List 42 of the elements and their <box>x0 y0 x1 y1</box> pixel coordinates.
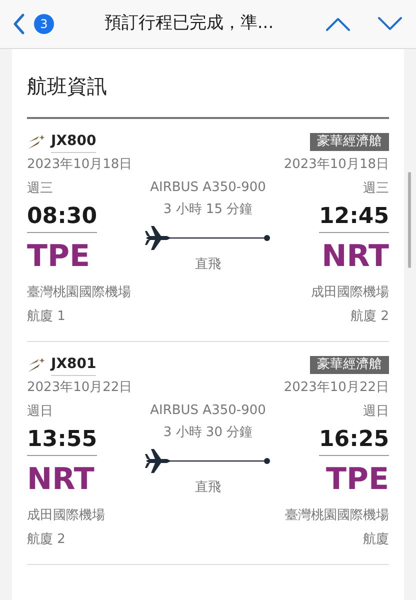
back-icon[interactable] <box>12 13 26 35</box>
flight-date: 2023年10月22日 <box>27 379 132 397</box>
mail-subject-title: 預訂行程已完成，準... <box>104 12 274 36</box>
flight-time: 12:45 <box>318 203 389 233</box>
terminal: 航廈 2 <box>27 531 66 549</box>
cabin-class-badge: 豪華經濟艙 <box>310 356 389 374</box>
airport-name: 成田國際機場 <box>311 284 389 302</box>
terminal: 航廈 2 <box>350 308 389 326</box>
flight-time: 13:55 <box>27 426 98 456</box>
airport-code: TPE <box>326 461 389 499</box>
airport-code: TPE <box>27 238 90 276</box>
airport-code: NRT <box>322 238 389 276</box>
flight-date: 2023年10月18日 <box>27 156 132 174</box>
flight-date: 2023年10月22日 <box>284 379 389 397</box>
weekday: 週三 <box>27 180 53 198</box>
nonstop-label: 直飛 <box>195 256 221 274</box>
weekday: 週三 <box>363 180 389 198</box>
airline-logo-icon <box>27 134 45 150</box>
flight-date: 2023年10月18日 <box>284 156 389 174</box>
terminal: 航廈 1 <box>27 308 66 326</box>
airport-name: 臺灣桃園國際機場 <box>285 507 389 525</box>
weekday: 週日 <box>363 403 389 421</box>
cabin-class-badge: 豪華經濟艙 <box>310 133 389 151</box>
aircraft-type: AIRBUS A350-900 <box>150 402 266 420</box>
unread-count-badge: 3 <box>34 14 54 34</box>
next-icon[interactable] <box>376 16 404 32</box>
flight-duration: 3 小時 15 分鐘 <box>163 201 253 219</box>
previous-icon[interactable] <box>324 16 352 32</box>
aircraft-type: AIRBUS A350-900 <box>150 179 266 197</box>
terminal: 航廈 <box>363 531 389 549</box>
airport-name: 臺灣桃園國際機場 <box>27 284 131 302</box>
flight-time: 08:30 <box>27 203 98 233</box>
airport-code: NRT <box>27 461 94 499</box>
section-title: 航班資訊 <box>27 71 389 119</box>
flight-duration: 3 小時 30 分鐘 <box>163 424 253 442</box>
flight-number: JX800 <box>51 131 96 153</box>
airline-logo-icon <box>27 357 45 373</box>
flight-number: JX801 <box>51 354 96 376</box>
flight-time: 16:25 <box>318 426 389 456</box>
airport-name: 成田國際機場 <box>27 507 105 525</box>
nonstop-label: 直飛 <box>195 479 221 497</box>
weekday: 週日 <box>27 403 53 421</box>
